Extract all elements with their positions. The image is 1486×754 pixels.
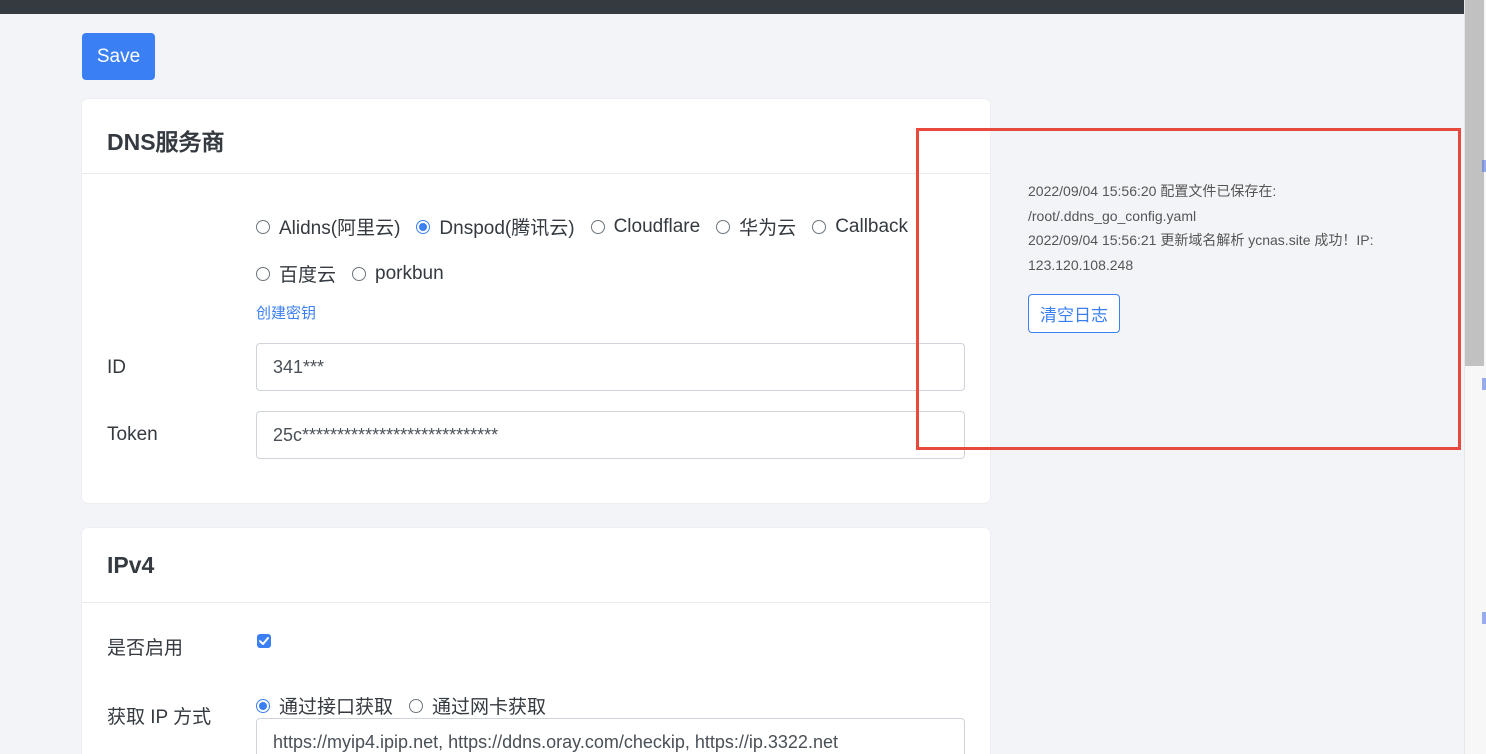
provider-option-dnspod[interactable]: Dnspod(腾讯云) xyxy=(416,213,575,240)
radio-circle-icon[interactable] xyxy=(256,219,270,234)
provider-option-alidns[interactable]: Alidns(阿里云) xyxy=(256,213,400,240)
id-input[interactable]: 341*** xyxy=(256,343,965,391)
log-line: /root/.ddns_go_config.yaml xyxy=(1028,207,1197,224)
dns-provider-card: DNS服务商 Alidns(阿里云) Dnspod(腾讯云) Cloudflar… xyxy=(82,99,990,503)
provider-option-callback[interactable]: Callback xyxy=(812,216,908,238)
ip-method-option-netcard[interactable]: 通过网卡获取 xyxy=(409,692,546,719)
log-panel: 2022/09/04 15:56:20 配置文件已保存在: /root/.ddn… xyxy=(1028,179,1438,277)
ip-method-radio-row: 通过接口获取 通过网卡获取 xyxy=(256,692,562,719)
token-label: Token xyxy=(107,424,158,445)
radio-circle-icon[interactable] xyxy=(716,219,731,234)
radio-circle-icon[interactable] xyxy=(256,266,270,281)
radio-circle-icon[interactable] xyxy=(812,219,827,234)
create-key-link[interactable]: 创建密钥 xyxy=(256,302,316,323)
save-button[interactable]: Save xyxy=(82,33,155,80)
radio-checked-icon[interactable] xyxy=(416,219,431,234)
radio-checked-icon[interactable] xyxy=(256,698,270,713)
radio-circle-icon[interactable] xyxy=(409,698,424,713)
ipv4-card-title: IPv4 xyxy=(82,528,990,603)
clear-log-button[interactable]: 清空日志 xyxy=(1028,294,1120,333)
id-label: ID xyxy=(107,357,126,378)
edge-marker xyxy=(1482,160,1486,172)
provider-radio-row-2: 百度云 porkbun xyxy=(256,260,460,287)
scrollbar-thumb[interactable] xyxy=(1465,0,1484,366)
provider-option-huaweicloud[interactable]: 华为云 xyxy=(716,213,796,240)
log-line: 123.120.108.248 xyxy=(1028,256,1134,273)
enable-label: 是否启用 xyxy=(107,638,184,659)
enable-checkbox[interactable] xyxy=(257,634,271,648)
checkmark-icon xyxy=(259,637,269,645)
token-input[interactable]: 25c**************************** xyxy=(256,411,965,459)
log-line: 2022/09/04 15:56:21 更新域名解析 ycnas.site 成功… xyxy=(1028,232,1374,248)
provider-radio-row-1: Alidns(阿里云) Dnspod(腾讯云) Cloudflare 华为云 C… xyxy=(256,213,924,240)
radio-circle-icon[interactable] xyxy=(590,219,605,234)
provider-option-porkbun[interactable]: porkbun xyxy=(352,263,444,285)
provider-option-cloudflare[interactable]: Cloudflare xyxy=(590,216,700,238)
top-navbar xyxy=(0,0,1464,14)
ip-method-option-api[interactable]: 通过接口获取 xyxy=(256,692,393,719)
ip-method-label: 获取 IP 方式 xyxy=(107,707,212,728)
edge-marker xyxy=(1482,378,1486,390)
edge-marker xyxy=(1482,612,1486,624)
radio-circle-icon[interactable] xyxy=(352,266,367,281)
ipv4-card: IPv4 是否启用 获取 IP 方式 通过接口获取 通过网卡获取 https:/… xyxy=(82,528,990,754)
provider-option-baiducloud[interactable]: 百度云 xyxy=(256,260,336,287)
log-line: 2022/09/04 15:56:20 配置文件已保存在: xyxy=(1028,183,1277,199)
dns-card-title: DNS服务商 xyxy=(82,99,990,174)
ip-url-input[interactable]: https://myip4.ipip.net, https://ddns.ora… xyxy=(256,718,965,754)
log-highlight-box xyxy=(916,128,1461,450)
